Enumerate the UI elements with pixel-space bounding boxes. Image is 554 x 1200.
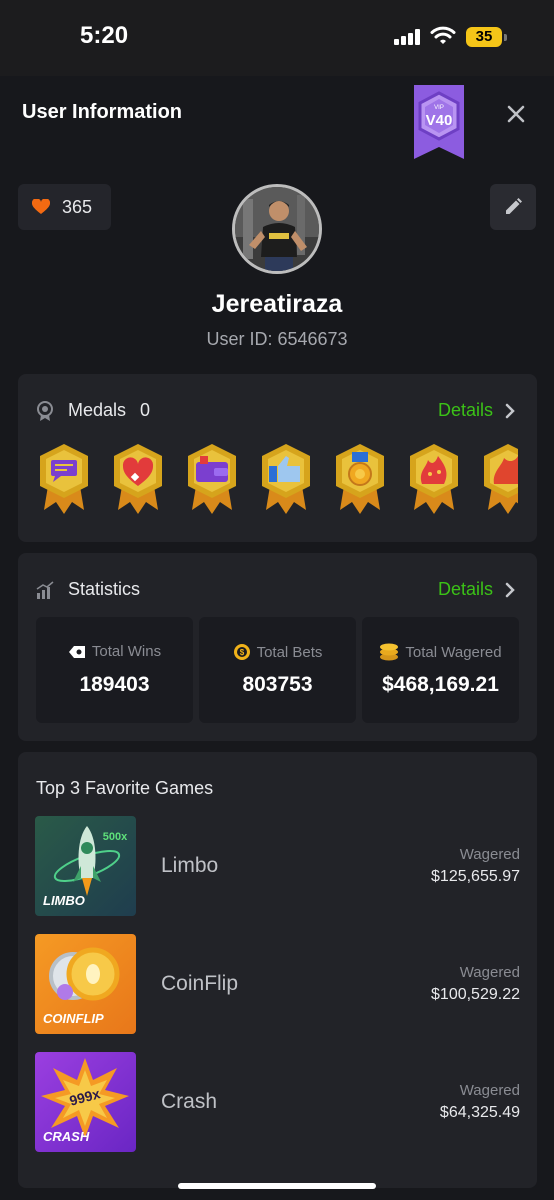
favorite-games-title: Top 3 Favorite Games [36, 778, 214, 798]
stat-tiles: Total Wins 189403 $ Total Bets 803753 To… [36, 617, 519, 723]
game-row-crash[interactable]: 999x CRASH Crash Wagered $64,325.49 [35, 1052, 520, 1152]
coin-medal-icon[interactable] [332, 442, 388, 518]
chat-medal-icon[interactable] [36, 442, 92, 518]
medals-card: Medals 0 Details [18, 374, 537, 542]
stat-label: Total Wins [91, 643, 162, 660]
stat-value: 803753 [242, 673, 313, 696]
stat-value: 189403 [79, 673, 150, 696]
flame-medal-icon[interactable] [480, 442, 518, 518]
wagered-value: $64,325.49 [439, 1104, 520, 1121]
thumb-label: CRASH [43, 1129, 90, 1144]
user-id: User ID: 6546673 [206, 329, 348, 349]
avatar[interactable] [232, 184, 322, 274]
thumb-label: LIMBO [43, 893, 85, 908]
pencil-icon [506, 198, 522, 214]
likes-count: 365 [62, 196, 93, 217]
edit-profile-button[interactable] [490, 184, 536, 230]
medals-count: 0 [140, 400, 151, 420]
wagered-value: $125,655.97 [431, 868, 520, 885]
chevron-right-icon [505, 403, 515, 418]
thumbs-up-medal-icon[interactable] [258, 442, 314, 518]
limbo-multiplier: 500x [103, 831, 128, 843]
game-name: CoinFlip [161, 972, 239, 995]
vip-badge: VIP V40 [414, 85, 464, 159]
vip-level: V40 [426, 112, 453, 129]
wagered-value: $100,529.22 [431, 986, 520, 1003]
coinflip-thumbnail[interactable]: COINFLIP [35, 934, 136, 1034]
status-time: 5:20 [80, 22, 129, 49]
medals-details-link[interactable]: Details [438, 400, 515, 421]
chip-icon: $ [233, 644, 250, 660]
medal-list[interactable] [36, 442, 518, 518]
medals-header: Medals 0 [36, 400, 150, 421]
coin-stack-icon [380, 643, 399, 661]
game-name: Limbo [161, 854, 219, 877]
heart-icon [32, 199, 50, 214]
home-indicator[interactable] [178, 1183, 376, 1189]
statistics-card: Statistics Details Total Wins 189403 $ T… [18, 553, 537, 741]
wifi-icon [430, 26, 456, 44]
username: Jereatiraza [211, 290, 343, 318]
chevron-right-icon [505, 582, 515, 597]
statistics-header: Statistics [36, 579, 140, 600]
medals-label: Medals [68, 400, 127, 420]
signal-icon [394, 29, 420, 45]
thumb-label: COINFLIP [43, 1011, 104, 1026]
likes-button[interactable]: 365 [18, 184, 111, 230]
statistics-details-label: Details [437, 579, 493, 599]
statistics-details-link[interactable]: Details [438, 579, 515, 600]
medals-details-label: Details [437, 400, 493, 420]
wagered-label: Wagered [459, 846, 520, 863]
game-row-coinflip[interactable]: COINFLIP CoinFlip Wagered $100,529.22 [35, 934, 520, 1034]
statistics-label: Statistics [68, 579, 141, 599]
battery-indicator: 35 [466, 27, 507, 47]
stat-label: Total Bets [256, 643, 323, 661]
crash-thumbnail[interactable]: 999x CRASH [35, 1052, 136, 1152]
game-name: Crash [161, 1090, 218, 1113]
wallet-medal-icon[interactable] [184, 442, 240, 518]
ticket-icon [68, 645, 85, 658]
medal-icon [37, 400, 53, 421]
limbo-thumbnail[interactable]: 500x LIMBO [35, 816, 136, 916]
stat-label: Total Wagered [405, 643, 502, 661]
fire-medal-icon[interactable] [406, 442, 462, 518]
heart-medal-icon[interactable] [110, 442, 166, 518]
favorite-games-card: Top 3 Favorite Games 500x LIMBO Limbo Wa… [18, 752, 537, 1188]
wagered-label: Wagered [459, 964, 520, 981]
page-title: User Information [22, 101, 183, 123]
game-row-limbo[interactable]: 500x LIMBO Limbo Wagered $125,655.97 [35, 816, 520, 916]
stat-value: $468,169.21 [382, 673, 499, 696]
stat-total-wagered: Total Wagered $468,169.21 [362, 617, 519, 723]
svg-text:$: $ [239, 648, 244, 657]
bar-chart-icon [36, 580, 54, 599]
stat-total-wins: Total Wins 189403 [36, 617, 193, 723]
wagered-label: Wagered [459, 1082, 520, 1099]
stat-total-bets: $ Total Bets 803753 [199, 617, 356, 723]
status-bar: 5:20 35 [0, 0, 554, 76]
close-icon[interactable] [500, 98, 532, 130]
vip-tag: VIP [434, 105, 444, 111]
